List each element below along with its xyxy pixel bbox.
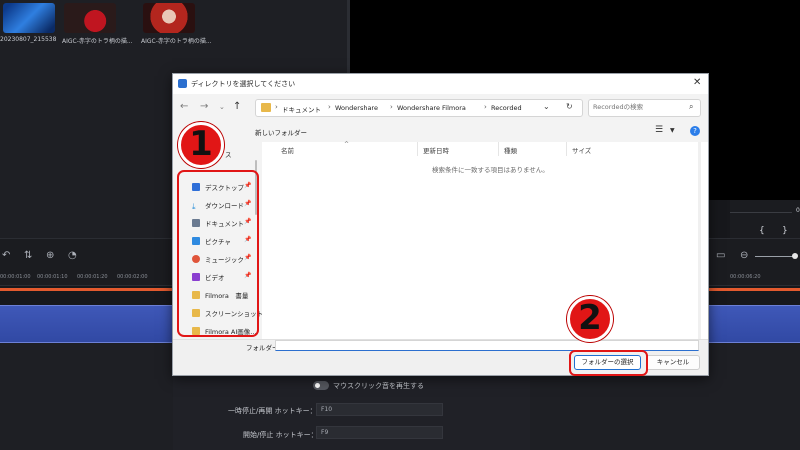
media-thumbnail[interactable]: [64, 3, 116, 33]
media-thumbnail[interactable]: [3, 3, 55, 33]
column-header-modified[interactable]: 更新日時: [423, 145, 449, 155]
highlight-box-select-button: [569, 350, 648, 376]
chevron-right-icon: ›: [275, 103, 278, 111]
undo-icon[interactable]: ↶: [2, 250, 10, 261]
refresh-icon[interactable]: ↻: [566, 102, 573, 111]
column-divider[interactable]: [498, 142, 499, 156]
zoom-slider-knob[interactable]: [792, 253, 798, 259]
zoom-out-icon[interactable]: ⊖: [740, 250, 748, 261]
mark-out-button[interactable]: }: [782, 226, 788, 236]
chevron-right-icon: ›: [484, 103, 487, 111]
column-divider[interactable]: [566, 142, 567, 156]
monitor-icon[interactable]: ▭: [716, 250, 725, 261]
progress-track[interactable]: [730, 212, 792, 213]
up-icon[interactable]: ↑: [233, 101, 241, 112]
pause-hotkey-field[interactable]: F10: [316, 403, 443, 416]
command-bar: 新しいフォルダー ☰ ▼ ?: [173, 122, 708, 142]
content-scrollbar[interactable]: [698, 142, 701, 339]
chevron-right-icon: ›: [390, 103, 393, 111]
marker-icon[interactable]: ⊕: [46, 250, 54, 261]
search-input[interactable]: [593, 103, 683, 111]
start-hotkey-label: 開始/停止 ホットキー：: [243, 431, 318, 439]
start-hotkey-field[interactable]: F9: [316, 426, 443, 439]
dialog-titlebar[interactable]: ディレクトリを選択してください ✕: [173, 74, 708, 94]
tick-label: 00:00:06:20: [730, 274, 761, 280]
new-folder-button[interactable]: 新しいフォルダー: [255, 127, 307, 137]
tick-label: 00:00:01:10: [37, 274, 68, 280]
mouse-click-toggle[interactable]: [313, 381, 329, 390]
step-2-marker: 2: [567, 296, 613, 342]
highlight-box-nav-pane: [177, 170, 259, 337]
breadcrumb-item[interactable]: Wondershare: [335, 104, 378, 112]
help-icon[interactable]: ?: [690, 126, 700, 136]
app-icon: [178, 79, 187, 88]
tick-label: 00:00:01:00: [0, 274, 31, 280]
adjust-icon[interactable]: ⇅: [24, 250, 32, 261]
media-label: 20230807_215538: [0, 36, 57, 43]
address-bar[interactable]: › ドキュメント › Wondershare › Wondershare Fil…: [255, 99, 583, 117]
view-options-icon[interactable]: ☰: [655, 125, 663, 135]
search-icon[interactable]: ⌕: [689, 102, 693, 112]
mark-in-button[interactable]: {: [759, 226, 765, 236]
speed-icon[interactable]: ◔: [68, 250, 77, 261]
nav-section-header: ス: [225, 151, 232, 159]
chevron-down-icon[interactable]: ▼: [670, 127, 675, 134]
sort-ascending-icon: ^: [344, 141, 350, 148]
folder-icon: [261, 103, 271, 112]
pause-hotkey-label: 一時停止/再開 ホットキー：: [228, 407, 317, 415]
mouse-click-label: マウスクリック音を再生する: [333, 382, 424, 390]
breadcrumb-item[interactable]: Wondershare Filmora: [397, 104, 466, 112]
tick-label: 00:00:01:20: [77, 274, 108, 280]
zoom-slider[interactable]: [755, 256, 795, 257]
media-label: AIGC-赤字のトラ柄の描...: [141, 38, 212, 45]
empty-message: 検索条件に一致する項目はありません。: [432, 166, 549, 174]
cancel-button[interactable]: キャンセル: [646, 355, 700, 370]
chevron-right-icon: ›: [328, 103, 331, 111]
tick-label: 00:00:02:00: [117, 274, 148, 280]
dialog-title: ディレクトリを選択してください: [191, 80, 296, 88]
history-chevron-icon[interactable]: ⌄: [219, 103, 225, 111]
forward-icon[interactable]: →: [200, 101, 208, 112]
column-divider[interactable]: [417, 142, 418, 156]
column-header-type[interactable]: 種類: [504, 145, 517, 155]
column-header-size[interactable]: サイズ: [572, 145, 591, 155]
column-header-name[interactable]: 名前: [281, 145, 294, 155]
close-icon[interactable]: ✕: [693, 77, 701, 88]
back-icon[interactable]: ←: [180, 101, 188, 112]
search-box[interactable]: ⌕: [588, 99, 701, 117]
step-1-marker: 1: [178, 122, 224, 168]
navigation-bar: ← → ⌄ ↑ › ドキュメント › Wondershare › Wonders…: [173, 96, 708, 120]
media-thumbnail[interactable]: [143, 3, 195, 33]
breadcrumb-item[interactable]: ドキュメント: [282, 104, 321, 114]
breadcrumb-item[interactable]: Recorded: [491, 104, 522, 112]
media-label: AIGC-赤字のトラ柄の描...: [62, 38, 133, 45]
chevron-down-icon[interactable]: ⌄: [543, 102, 550, 111]
time-counter: 00: [796, 207, 800, 214]
